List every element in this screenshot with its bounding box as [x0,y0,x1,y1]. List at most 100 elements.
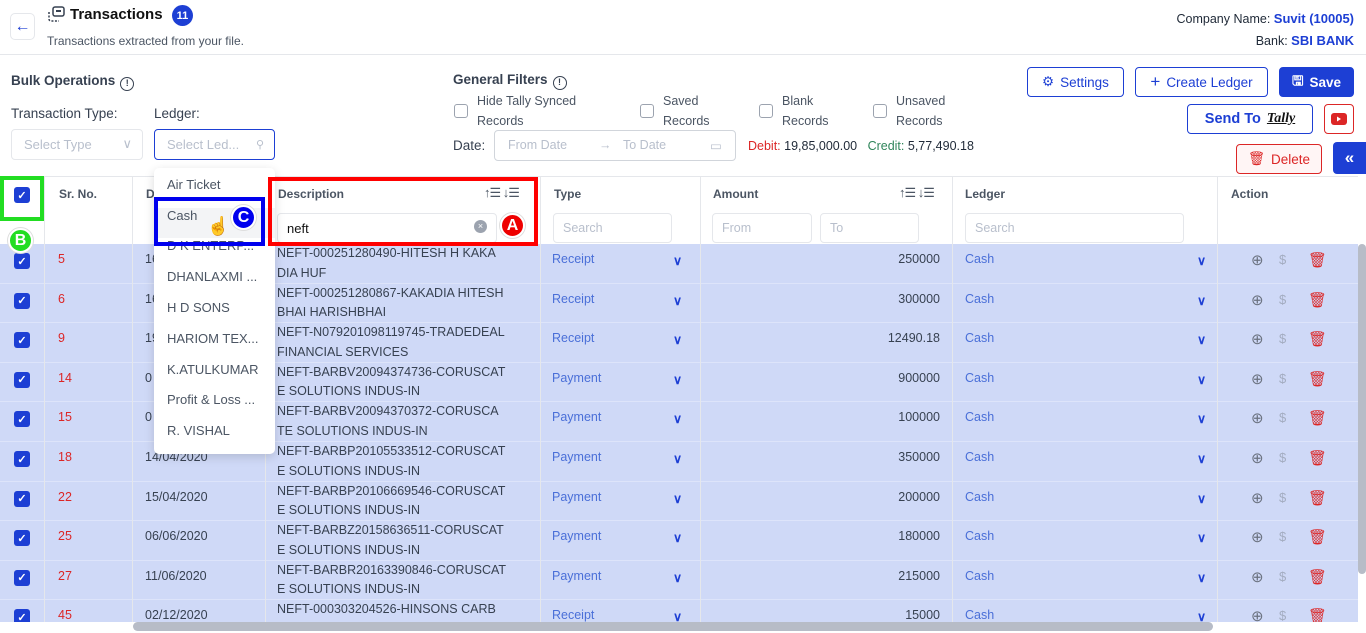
youtube-button[interactable] [1324,104,1354,134]
type-select[interactable]: Payment [552,410,601,424]
ledger-select[interactable]: Cash [965,529,994,543]
add-icon[interactable]: ⊕ [1251,607,1264,622]
receipt-icon[interactable]: $ [1279,410,1286,425]
receipt-icon[interactable]: $ [1279,331,1286,346]
add-icon[interactable]: ⊕ [1251,489,1264,507]
row-checkbox[interactable]: ✓ [14,292,30,309]
vertical-scrollbar[interactable] [1358,244,1366,574]
trash-icon[interactable]: 🗑 [1308,528,1327,546]
table-row[interactable]: ✓ 27 11/06/2020 NEFT-BARBR20163390846-CORUS… [0,561,1358,601]
add-icon[interactable]: ⊕ [1251,409,1264,427]
type-filter-input[interactable]: Search [553,213,672,243]
type-select[interactable]: Payment [552,490,601,504]
chevron-down-icon[interactable]: ∨ [1197,253,1206,268]
trash-icon[interactable]: 🗑 [1308,370,1327,388]
collapse-panel-button[interactable]: « [1333,142,1366,174]
ledger-select[interactable]: Cash [965,608,994,622]
sort-descending-icon[interactable]: ↓☰ [918,185,935,200]
dropdown-item[interactable]: DHANLAXMI ... [167,269,257,284]
ledger-select[interactable]: Cash [965,371,994,385]
chevron-down-icon[interactable]: ∨ [673,451,682,466]
ledger-select[interactable]: Cash [965,410,994,424]
chevron-down-icon[interactable]: ∨ [1197,451,1206,466]
row-checkbox[interactable]: ✓ [14,451,30,467]
ledger-select[interactable]: Cash [965,569,994,583]
info-icon[interactable]: ! [120,77,135,91]
table-row[interactable]: ✓ 25 06/06/2020 NEFT-BARBZ20158636511-CORUS… [0,521,1358,561]
type-select[interactable]: Receipt [552,292,594,306]
info-icon[interactable]: ! [552,76,567,90]
chevron-down-icon[interactable]: ∨ [673,293,682,308]
add-icon[interactable]: ⊕ [1251,568,1264,586]
chevron-down-icon[interactable]: ∨ [673,253,682,268]
receipt-icon[interactable]: $ [1279,529,1286,544]
add-icon[interactable]: ⊕ [1251,449,1264,467]
receipt-icon[interactable]: $ [1279,252,1286,267]
trash-icon[interactable]: 🗑 [1308,449,1327,467]
chevron-down-icon[interactable]: ∨ [673,491,682,506]
add-icon[interactable]: ⊕ [1251,370,1264,388]
trash-icon[interactable]: 🗑 [1308,489,1327,507]
sort-ascending-icon[interactable]: ↑☰ [899,185,916,200]
delete-button[interactable]: 🗑 Delete [1236,144,1322,174]
dropdown-item[interactable]: Profit & Loss ... [167,392,255,407]
ledger-select[interactable]: Cash [965,252,994,266]
amount-from-input[interactable]: From [712,213,812,243]
row-checkbox[interactable]: ✓ [14,371,30,388]
chevron-down-icon[interactable]: ∨ [673,332,682,347]
table-row[interactable]: ✓ 45 02/12/2020 NEFT-000303204526-HINSONS C… [0,600,1358,622]
chevron-down-icon[interactable]: ∨ [673,609,682,622]
add-icon[interactable]: ⊕ [1251,330,1264,348]
type-select[interactable]: Payment [552,529,601,543]
trash-icon[interactable]: 🗑 [1308,251,1327,269]
row-checkbox[interactable]: ✓ [14,530,30,547]
amount-sort-icons[interactable]: ↑☰ ↓☰ [899,185,935,201]
dropdown-item[interactable]: Air Ticket [167,177,220,192]
receipt-icon[interactable]: $ [1279,371,1286,386]
receipt-icon[interactable]: $ [1279,490,1286,505]
ledger-filter-input[interactable]: Search [965,213,1184,243]
blank-records-checkbox[interactable] [759,104,773,118]
chevron-down-icon[interactable]: ∨ [1197,530,1206,545]
saved-records-checkbox[interactable] [640,104,654,118]
row-checkbox[interactable]: ✓ [14,609,30,622]
table-row[interactable]: ✓ 22 15/04/2020 NEFT-BARBP20106669546-CORUS… [0,482,1358,522]
chevron-down-icon[interactable]: ∨ [673,411,682,426]
receipt-icon[interactable]: $ [1279,608,1286,622]
receipt-icon[interactable]: $ [1279,450,1286,465]
add-icon[interactable]: ⊕ [1251,291,1264,309]
type-select[interactable]: Receipt [552,331,594,345]
ledger-select[interactable]: Cash [965,292,994,306]
row-checkbox[interactable]: ✓ [14,490,30,507]
transaction-type-select[interactable]: Select Type ∨ [11,129,143,160]
row-checkbox[interactable]: ✓ [14,411,30,428]
chevron-down-icon[interactable]: ∨ [1197,372,1206,387]
save-button[interactable]: 🖫 Save [1279,67,1354,97]
ledger-select[interactable]: Cash [965,450,994,464]
receipt-icon[interactable]: $ [1279,569,1286,584]
add-icon[interactable]: ⊕ [1251,251,1264,269]
chevron-down-icon[interactable]: ∨ [1197,570,1206,585]
chevron-down-icon[interactable]: ∨ [673,530,682,545]
ledger-select[interactable]: Cash [965,490,994,504]
back-button[interactable]: ← [10,13,35,40]
create-ledger-button[interactable]: + Create Ledger [1135,67,1268,97]
chevron-down-icon[interactable]: ∨ [673,372,682,387]
chevron-down-icon[interactable]: ∨ [1197,293,1206,308]
dropdown-item[interactable]: R. VISHAL [167,423,230,438]
type-select[interactable]: Receipt [552,608,594,622]
dropdown-item[interactable]: HARIOM TEX... [167,331,259,346]
type-select[interactable]: Payment [552,569,601,583]
unsaved-records-checkbox[interactable] [873,104,887,118]
dropdown-item[interactable]: H D SONS [167,300,230,315]
type-select[interactable]: Receipt [552,252,594,266]
from-date-input[interactable]: From Date [508,138,567,152]
chevron-down-icon[interactable]: ∨ [1197,332,1206,347]
type-select[interactable]: Payment [552,450,601,464]
date-range-picker[interactable]: From Date → To Date ▭ [494,130,736,161]
ledger-select[interactable]: Cash [965,331,994,345]
hide-tally-synced-checkbox[interactable] [454,104,468,118]
to-date-input[interactable]: To Date [623,138,666,152]
trash-icon[interactable]: 🗑 [1308,568,1327,586]
chevron-down-icon[interactable]: ∨ [673,570,682,585]
